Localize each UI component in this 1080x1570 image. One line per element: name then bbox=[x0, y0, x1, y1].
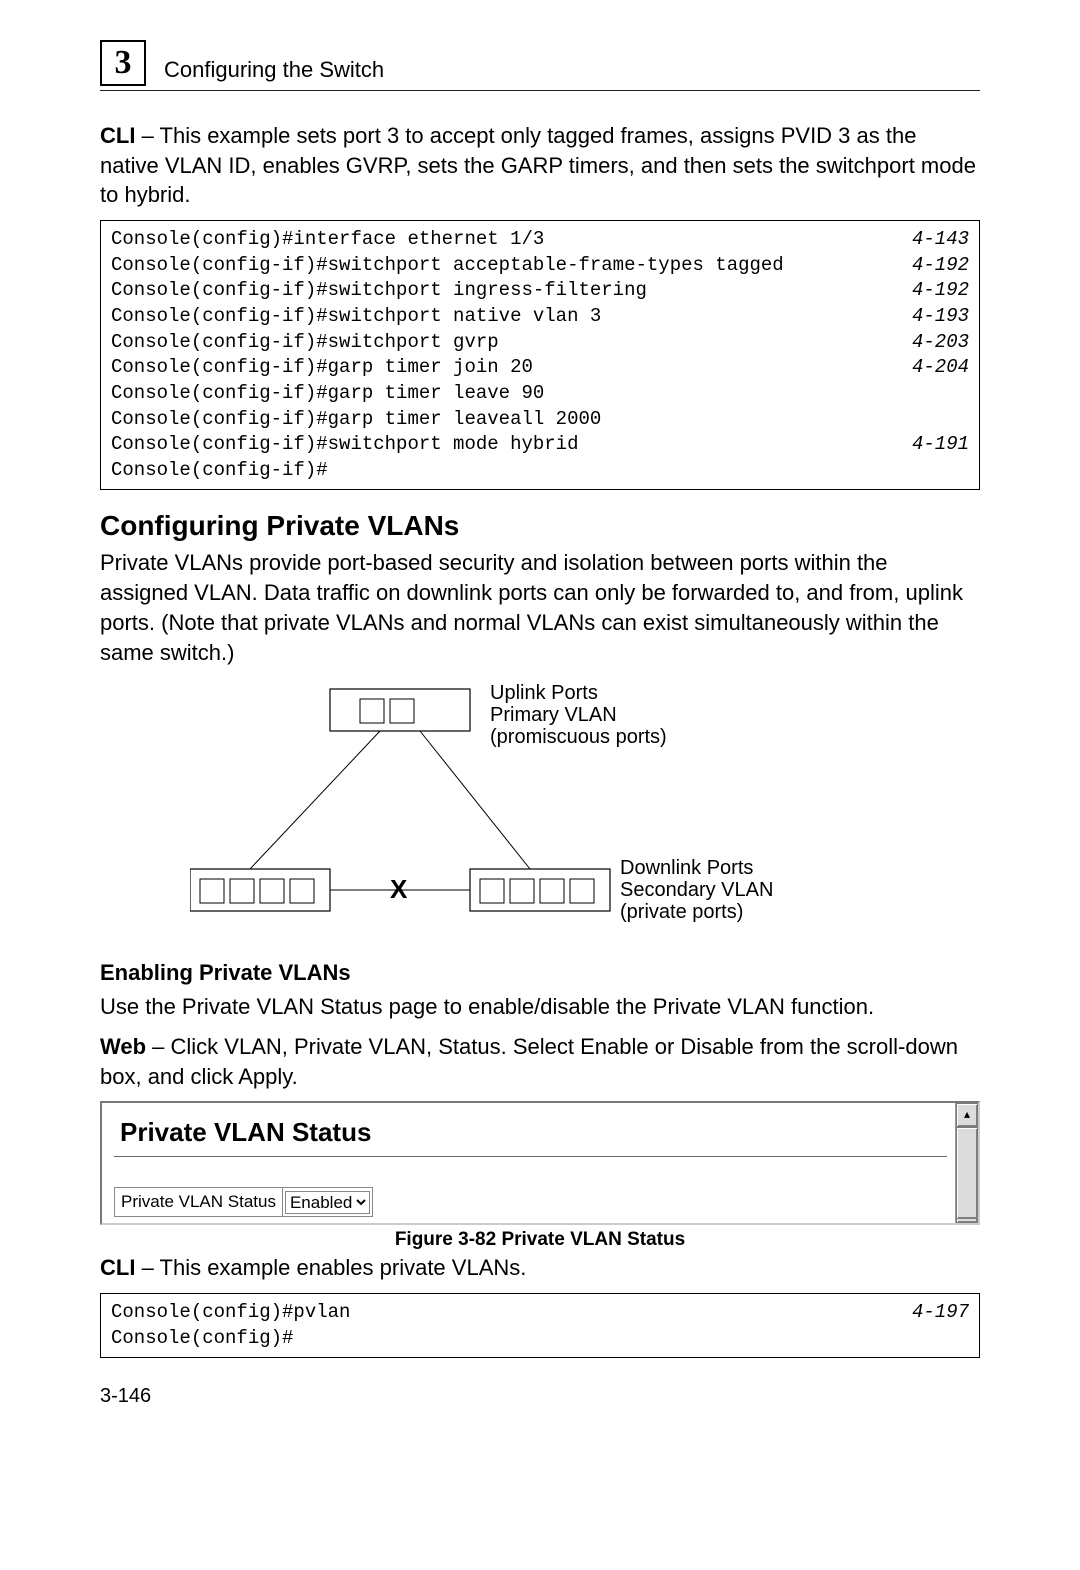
subsection-p1: Use the Private VLAN Status page to enab… bbox=[100, 992, 980, 1022]
scrollbar[interactable]: ▴ ▾ bbox=[955, 1103, 978, 1223]
x-mark: X bbox=[390, 874, 408, 904]
cli-line: Console(config-if)#switchport gvrp 4-203 bbox=[111, 330, 969, 356]
cli-line: Console(config)#pvlan 4-197 bbox=[111, 1300, 969, 1326]
chapter-number: 3 bbox=[115, 44, 132, 82]
cli-line: Console(config-if)#switchport mode hybri… bbox=[111, 432, 969, 458]
status-select[interactable]: Enabled bbox=[285, 1191, 370, 1214]
cli-command: Console(config)#pvlan bbox=[111, 1300, 350, 1326]
intro-bold: CLI bbox=[100, 123, 135, 148]
cli-page-reference: 4-191 bbox=[912, 432, 969, 458]
cli-line: Console(config-if)#switchport native vla… bbox=[111, 304, 969, 330]
cli-command: Console(config-if)#switchport gvrp bbox=[111, 330, 499, 356]
subsection-p2: Web – Click VLAN, Private VLAN, Status. … bbox=[100, 1032, 980, 1091]
cli-command: Console(config-if)# bbox=[111, 458, 328, 484]
cli-command: Console(config-if)#switchport native vla… bbox=[111, 304, 601, 330]
subsection-heading: Enabling Private VLANs bbox=[100, 960, 980, 986]
cli-command: Console(config-if)#switchport ingress-fi… bbox=[111, 278, 647, 304]
scroll-track[interactable] bbox=[956, 1127, 978, 1199]
cli-command: Console(config)# bbox=[111, 1326, 293, 1352]
cli-command: Console(config)#interface ethernet 1/3 bbox=[111, 227, 544, 253]
uplink-label-2: Primary VLAN bbox=[490, 704, 617, 726]
cli-command: Console(config-if)#garp timer join 20 bbox=[111, 355, 533, 381]
cli-line: Console(config-if)# bbox=[111, 458, 969, 484]
page-number: 3-146 bbox=[100, 1385, 151, 1408]
cli2-intro-bold: CLI bbox=[100, 1255, 135, 1280]
panel-divider bbox=[114, 1156, 947, 1157]
status-label: Private VLAN Status bbox=[115, 1188, 283, 1216]
downlink-label-3: (private ports) bbox=[620, 901, 743, 923]
status-row: Private VLAN Status Enabled bbox=[114, 1187, 373, 1217]
cli2-intro: CLI – This example enables private VLANs… bbox=[100, 1253, 980, 1283]
cli-command: Console(config-if)#switchport mode hybri… bbox=[111, 432, 578, 458]
panel-title: Private VLAN Status bbox=[114, 1103, 955, 1156]
cli-page-reference: 4-193 bbox=[912, 304, 969, 330]
chapter-number-box: 3 bbox=[100, 40, 146, 86]
scroll-up-button[interactable]: ▴ bbox=[956, 1103, 978, 1127]
cli-command: Console(config-if)#switchport acceptable… bbox=[111, 253, 784, 279]
cli-page-reference: 4-143 bbox=[912, 227, 969, 253]
cli-command: Console(config-if)#garp timer leaveall 2… bbox=[111, 407, 601, 433]
cli-page-reference: 4-203 bbox=[912, 330, 969, 356]
downlink-label-1: Downlink Ports bbox=[620, 857, 753, 879]
cli-example-2: Console(config)#pvlan4-197Console(config… bbox=[100, 1293, 980, 1358]
cli2-intro-text: – This example enables private VLANs. bbox=[135, 1255, 526, 1280]
cli-command: Console(config-if)#garp timer leave 90 bbox=[111, 381, 544, 407]
cli-page-reference: 4-204 bbox=[912, 355, 969, 381]
uplink-label-1: Uplink Ports bbox=[490, 682, 598, 704]
page-header: 3 Configuring the Switch bbox=[100, 40, 980, 91]
section-heading: Configuring Private VLANs bbox=[100, 510, 980, 542]
subsection-p2-text: – Click VLAN, Private VLAN, Status. Sele… bbox=[100, 1034, 958, 1089]
cli-line: Console(config-if)#garp timer leave 90 bbox=[111, 381, 969, 407]
vlan-diagram-svg: Uplink Ports Primary VLAN (promiscuous p… bbox=[190, 679, 890, 929]
chapter-title: Configuring the Switch bbox=[164, 57, 384, 83]
cli-line: Console(config-if)#switchport acceptable… bbox=[111, 253, 969, 279]
cli-page-reference: 4-192 bbox=[912, 278, 969, 304]
cli-line: Console(config-if)#switchport ingress-fi… bbox=[111, 278, 969, 304]
cli-example-1: Console(config)#interface ethernet 1/3 4-… bbox=[100, 220, 980, 490]
intro-paragraph: CLI – This example sets port 3 to accept… bbox=[100, 121, 980, 210]
cli-page-reference: 4-192 bbox=[912, 253, 969, 279]
cli-line: Console(config)# bbox=[111, 1326, 969, 1352]
cli-line: Console(config-if)#garp timer join 20 4-2… bbox=[111, 355, 969, 381]
vlan-diagram: Uplink Ports Primary VLAN (promiscuous p… bbox=[100, 679, 980, 934]
scroll-thumb[interactable] bbox=[956, 1127, 978, 1219]
private-vlan-status-panel: Private VLAN Status Private VLAN Status … bbox=[100, 1101, 980, 1225]
downlink-label-2: Secondary VLAN bbox=[620, 879, 773, 901]
cli-line: Console(config)#interface ethernet 1/3 4-… bbox=[111, 227, 969, 253]
section-paragraph: Private VLANs provide port-based securit… bbox=[100, 548, 980, 667]
figure-caption: Figure 3-82 Private VLAN Status bbox=[100, 1229, 980, 1251]
cli-page-reference: 4-197 bbox=[912, 1300, 969, 1326]
intro-text: – This example sets port 3 to accept onl… bbox=[100, 123, 976, 207]
uplink-label-3: (promiscuous ports) bbox=[490, 726, 667, 748]
subsection-p2-bold: Web bbox=[100, 1034, 146, 1059]
cli-line: Console(config-if)#garp timer leaveall 2… bbox=[111, 407, 969, 433]
